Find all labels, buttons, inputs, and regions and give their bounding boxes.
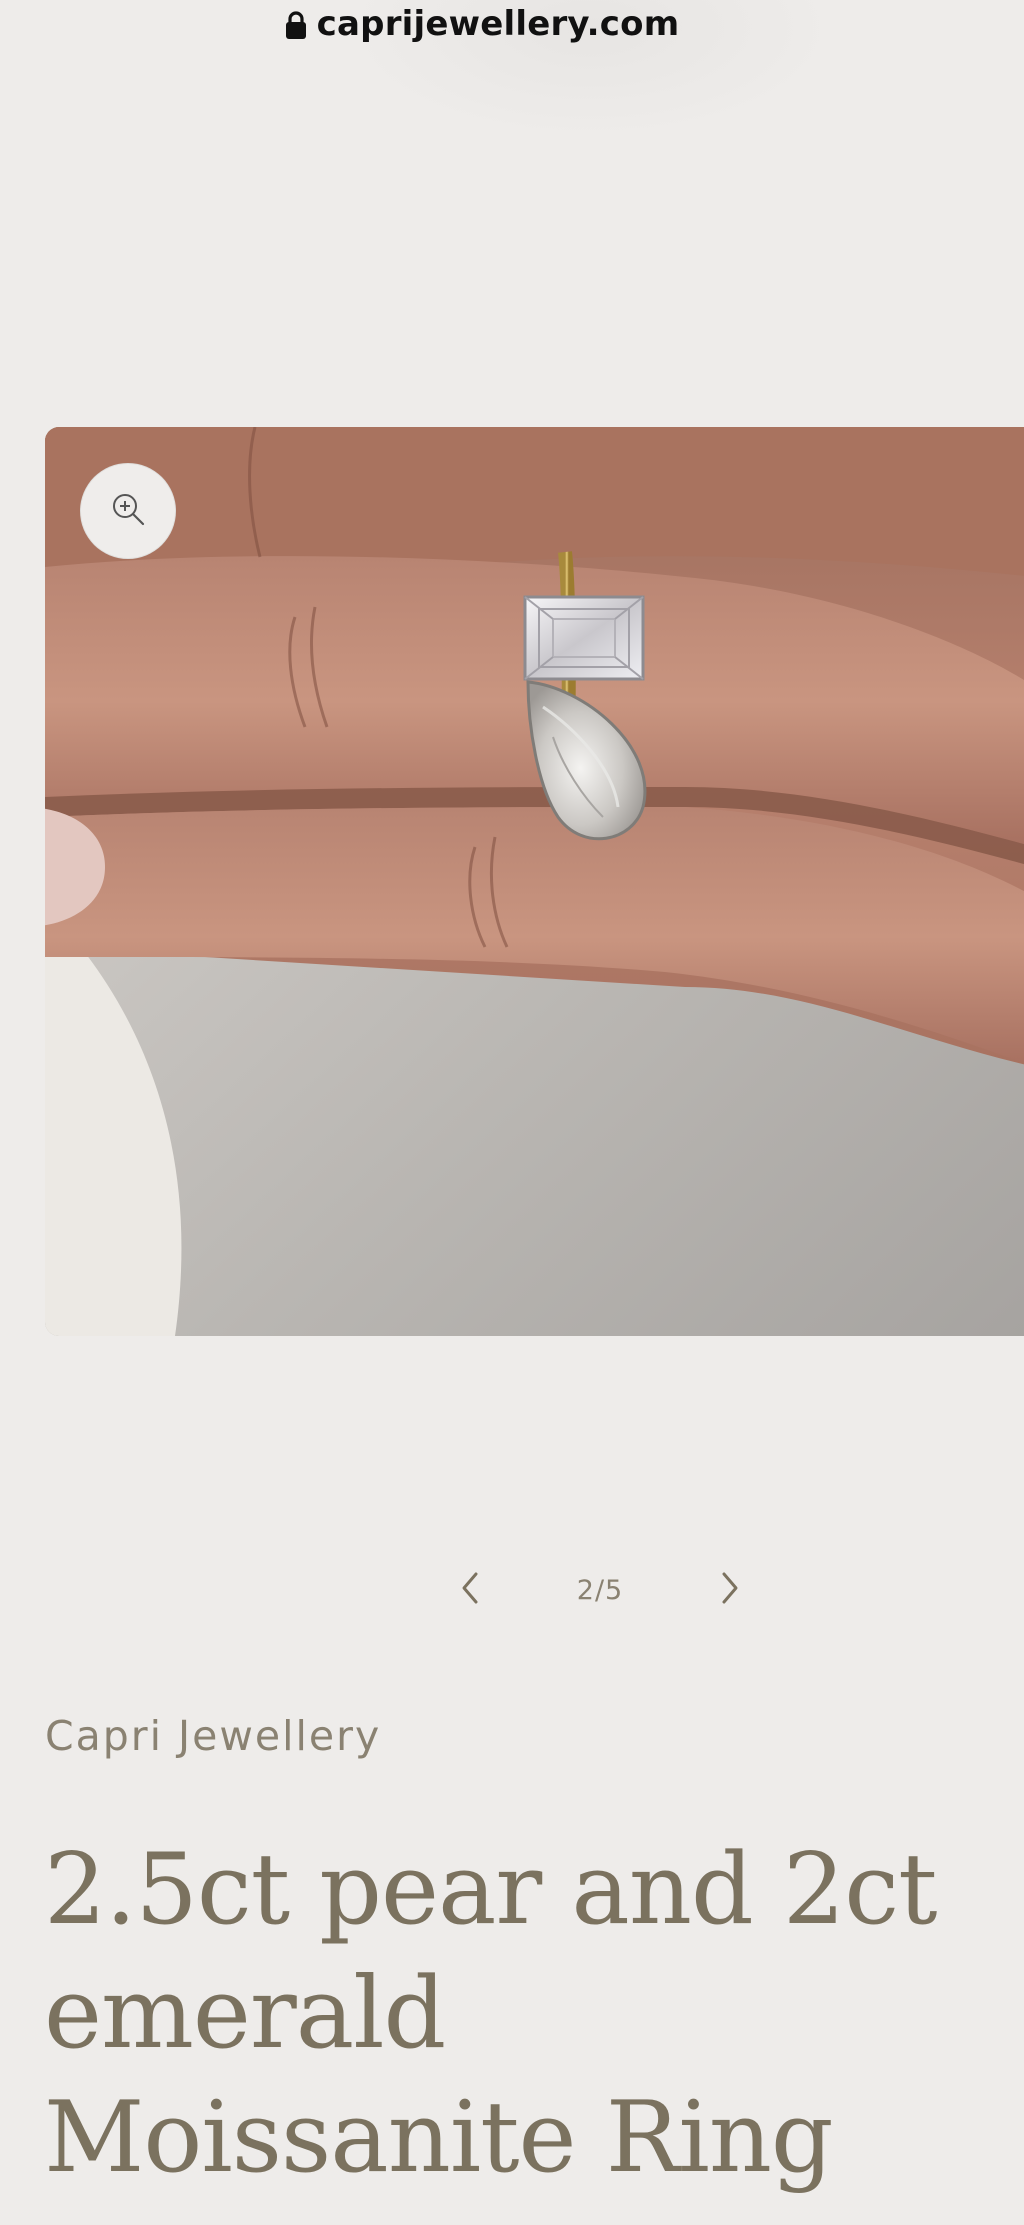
product-vendor: Capri Jewellery bbox=[45, 1712, 382, 1760]
zoom-in-icon bbox=[110, 491, 146, 532]
slider-next-button[interactable] bbox=[700, 1560, 760, 1620]
browser-url: caprijewellery.com bbox=[316, 4, 680, 44]
product-image[interactable] bbox=[45, 427, 1024, 1336]
zoom-button[interactable] bbox=[80, 463, 176, 559]
slider-controls: 2/5 bbox=[440, 1560, 760, 1620]
slider-prev-button[interactable] bbox=[440, 1560, 500, 1620]
slider-counter: 2/5 bbox=[576, 1574, 624, 1606]
chevron-left-icon bbox=[459, 1570, 481, 1611]
product-title: 2.5ct pear and 2ct emerald Moissanite Ri… bbox=[44, 1833, 937, 2195]
lock-icon bbox=[285, 10, 307, 40]
browser-address-bar[interactable]: caprijewellery.com bbox=[0, 4, 1024, 44]
chevron-right-icon bbox=[719, 1570, 741, 1611]
